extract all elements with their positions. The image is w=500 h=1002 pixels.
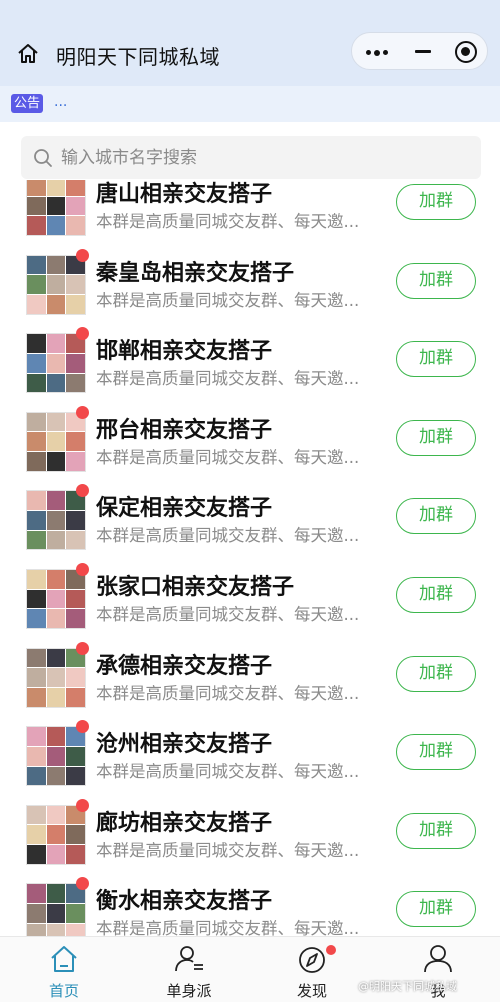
- group-avatar: [26, 804, 86, 865]
- join-group-button[interactable]: 加群: [396, 262, 476, 299]
- group-name: 秦皇岛相亲交友搭子: [96, 260, 295, 286]
- join-group-button[interactable]: 加群: [396, 498, 476, 535]
- more-icon[interactable]: [366, 49, 388, 56]
- unread-dot: [76, 563, 89, 576]
- unread-dot: [76, 720, 89, 734]
- notice-bar: 公告 ...: [0, 86, 500, 122]
- group-description: 本群是高质量同城交友群、每天邀...: [96, 919, 360, 936]
- tab-label: 首页: [48, 982, 79, 1000]
- join-group-button[interactable]: 加群: [396, 891, 476, 928]
- group-description: 本群是高质量同城交友群、每天邀...: [96, 605, 360, 624]
- list-item[interactable]: 邢台相亲交友搭子本群是高质量同城交友群、每天邀... 加群: [0, 405, 500, 484]
- group-avatar: [26, 180, 86, 236]
- list-item[interactable]: 邯郸相亲交友搭子本群是高质量同城交友群、每天邀... 加群: [0, 327, 500, 405]
- compass-icon: [296, 943, 328, 975]
- group-avatar: [26, 569, 86, 629]
- group-name: 唐山相亲交友搭子: [96, 182, 273, 207]
- join-group-button[interactable]: 加群: [396, 184, 476, 220]
- group-description: 本群是高质量同城交友群、每天邀...: [96, 683, 360, 703]
- unread-dot: [76, 248, 89, 262]
- minimize-icon[interactable]: [415, 50, 431, 53]
- list-item[interactable]: 沧州相亲交友搭子本群是高质量同城交友群、每天邀... 加群: [0, 720, 500, 798]
- group-avatar: [26, 411, 86, 472]
- group-description: 本群是高质量同城交友群、每天邀...: [96, 840, 360, 860]
- group-description: 本群是高质量同城交友群、每天邀...: [96, 526, 360, 546]
- person-icon: [422, 943, 454, 975]
- group-avatar: [26, 333, 86, 394]
- unread-dot: [76, 877, 89, 891]
- join-group-button[interactable]: 加群: [396, 341, 476, 378]
- group-description: 本群是高质量同城交友群、每天邀...: [96, 212, 360, 231]
- group-avatar: [26, 647, 86, 708]
- list-item[interactable]: 廊坊相亲交友搭子本群是高质量同城交友群、每天邀... 加群: [0, 798, 500, 877]
- join-group-button[interactable]: 加群: [396, 577, 476, 613]
- home-icon: [48, 943, 80, 975]
- header: 明阳天下同城私域: [0, 0, 500, 86]
- search-input[interactable]: [61, 136, 461, 179]
- group-description: 本群是高质量同城交友群、每天邀...: [96, 369, 360, 389]
- notice-badge: 公告: [11, 94, 44, 113]
- page-title: 明阳天下同城私域: [56, 45, 220, 69]
- join-group-button[interactable]: 加群: [396, 655, 476, 692]
- miniprogram-capsule: [351, 32, 488, 70]
- home-icon[interactable]: [16, 42, 40, 66]
- unread-dot: [76, 405, 89, 419]
- close-target-icon[interactable]: [455, 41, 477, 63]
- group-name: 廊坊相亲交友搭子: [96, 810, 273, 836]
- group-description: 本群是高质量同城交友群、每天邀...: [96, 762, 360, 782]
- list-item[interactable]: 承德相亲交友搭子本群是高质量同城交友群、每天邀... 加群: [0, 641, 500, 720]
- search-box[interactable]: [21, 136, 481, 179]
- group-avatar: [26, 254, 86, 315]
- group-name: 保定相亲交友搭子: [96, 496, 273, 522]
- watermark: @明阳天下同城私域: [358, 980, 457, 993]
- group-name: 沧州相亲交友搭子: [96, 732, 273, 758]
- list-item[interactable]: 保定相亲交友搭子本群是高质量同城交友群、每天邀... 加群: [0, 484, 500, 562]
- list-item[interactable]: 唐山相亲交友搭子本群是高质量同城交友群、每天邀... 加群: [0, 180, 500, 248]
- group-description: 本群是高质量同城交友群、每天邀...: [96, 290, 360, 310]
- unread-dot: [76, 327, 89, 341]
- notification-dot: [326, 945, 336, 955]
- group-avatar: [26, 883, 86, 936]
- join-group-button[interactable]: 加群: [396, 419, 476, 456]
- group-avatar: [26, 490, 86, 551]
- group-name: 邯郸相亲交友搭子: [96, 339, 273, 365]
- join-group-button[interactable]: 加群: [396, 734, 476, 771]
- person-list-icon: [173, 943, 205, 975]
- join-group-button[interactable]: 加群: [396, 812, 476, 849]
- group-description: 本群是高质量同城交友群、每天邀...: [96, 447, 360, 467]
- search-icon: [33, 148, 53, 168]
- unread-dot: [76, 484, 89, 498]
- group-avatar: [26, 726, 86, 787]
- group-name: 衡水相亲交友搭子: [96, 889, 273, 915]
- tab-label: 单身派: [166, 982, 212, 1000]
- group-name: 承德相亲交友搭子: [96, 653, 273, 679]
- group-list: 唐山相亲交友搭子 本群是高质量同城交友群、每天邀... 加群 秦皇岛相亲交友搭子 本群是…: [0, 180, 500, 936]
- list-item[interactable]: 张家口相亲交友搭子本群是高质量同城交友群、每天邀... 加群: [0, 563, 500, 641]
- group-name: 张家口相亲交友搭子: [96, 575, 295, 600]
- list-item[interactable]: 衡水相亲交友搭子本群是高质量同城交友群、每天邀... 加群: [0, 877, 500, 936]
- notice-text[interactable]: ...: [54, 94, 67, 110]
- tab-home[interactable]: 首页: [14, 937, 114, 1002]
- unread-dot: [76, 641, 89, 655]
- unread-dot: [76, 798, 89, 812]
- tab-discover[interactable]: 发现: [262, 937, 362, 1002]
- tab-singles[interactable]: 单身派: [139, 937, 239, 1002]
- group-name: 邢台相亲交友搭子: [96, 417, 273, 443]
- tab-label: 发现: [296, 982, 327, 1000]
- list-item[interactable]: 秦皇岛相亲交友搭子本群是高质量同城交友群、每天邀... 加群: [0, 248, 500, 327]
